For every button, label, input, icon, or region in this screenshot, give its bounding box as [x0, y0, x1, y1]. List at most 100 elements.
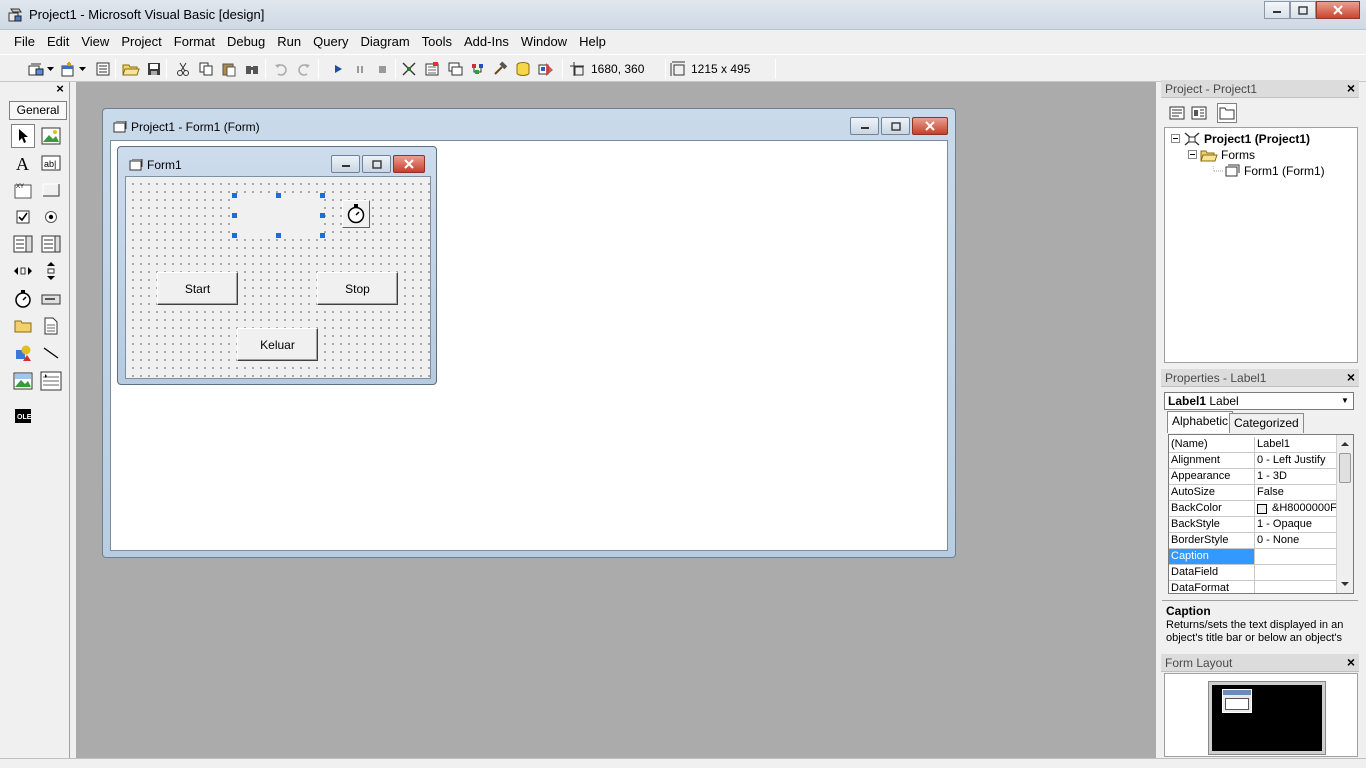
- minimize-button[interactable]: [1264, 1, 1290, 19]
- designer-close-button[interactable]: [912, 117, 948, 135]
- shape-tool[interactable]: [11, 341, 35, 365]
- combobox-tool[interactable]: [11, 232, 35, 256]
- timer-control[interactable]: [342, 200, 370, 228]
- property-row[interactable]: BackStyle 1 - Opaque: [1169, 517, 1336, 533]
- form-layout-close-button[interactable]: ×: [1347, 655, 1355, 669]
- project-panel-close-button[interactable]: ×: [1347, 81, 1355, 95]
- property-value[interactable]: 1 - Opaque: [1255, 517, 1336, 532]
- add-form-dropdown[interactable]: [76, 59, 88, 79]
- image-tool[interactable]: [11, 369, 35, 393]
- property-row[interactable]: BorderStyle 0 - None: [1169, 533, 1336, 549]
- form1-close-button[interactable]: [393, 155, 425, 173]
- toolbox-tab-general[interactable]: General: [9, 101, 67, 120]
- tree-node-project1[interactable]: Project1 (Project1): [1171, 131, 1310, 147]
- menu-diagram[interactable]: Diagram: [355, 30, 416, 54]
- property-value[interactable]: [1255, 581, 1336, 593]
- form1-grid-canvas[interactable]: Start Stop Keluar: [125, 176, 431, 379]
- pointer-tool[interactable]: [11, 124, 35, 148]
- properties-panel-close-button[interactable]: ×: [1347, 370, 1355, 384]
- save-project-button[interactable]: [144, 59, 164, 79]
- picturebox-tool[interactable]: [39, 124, 63, 148]
- menu-debug[interactable]: Debug: [221, 30, 271, 54]
- label-tool[interactable]: A: [11, 151, 35, 175]
- menu-format[interactable]: Format: [168, 30, 221, 54]
- timer-tool[interactable]: [11, 287, 35, 311]
- undo-button[interactable]: [271, 59, 291, 79]
- vscrollbar-tool[interactable]: [39, 259, 63, 283]
- property-row[interactable]: (Name) Label1: [1169, 437, 1336, 453]
- drivelistbox-tool[interactable]: [39, 287, 63, 311]
- property-value[interactable]: 0 - Left Justify: [1255, 453, 1336, 468]
- property-value[interactable]: [1255, 565, 1336, 580]
- component-manager-button[interactable]: [536, 59, 556, 79]
- menu-help[interactable]: Help: [573, 30, 612, 54]
- checkbox-tool[interactable]: [11, 205, 35, 229]
- close-button[interactable]: [1316, 1, 1360, 19]
- menu-tools[interactable]: Tools: [416, 30, 458, 54]
- form1-maximize-button[interactable]: [362, 155, 391, 173]
- resize-handle[interactable]: [320, 213, 325, 218]
- add-project-dropdown[interactable]: [44, 59, 56, 79]
- data-tool[interactable]: [39, 369, 63, 393]
- object-selector-combo[interactable]: Label1 Label ▼: [1164, 392, 1354, 410]
- view-object-button[interactable]: [1189, 103, 1209, 123]
- optionbutton-tool[interactable]: [39, 205, 63, 229]
- property-value[interactable]: False: [1255, 485, 1336, 500]
- listbox-tool[interactable]: [39, 232, 63, 256]
- property-value[interactable]: 1 - 3D: [1255, 469, 1336, 484]
- data-view-button[interactable]: [513, 59, 533, 79]
- form1-minimize-button[interactable]: [331, 155, 360, 173]
- resize-handle[interactable]: [276, 233, 281, 238]
- form1-window[interactable]: Form1 Start Stop Keluar: [117, 146, 437, 385]
- vb-app-icon[interactable]: [7, 7, 23, 23]
- start-run-button[interactable]: [328, 59, 348, 79]
- tab-categorized[interactable]: Categorized: [1229, 413, 1304, 433]
- line-tool[interactable]: [39, 341, 63, 365]
- toolbox-button[interactable]: [490, 59, 510, 79]
- cut-button[interactable]: [173, 59, 193, 79]
- maximize-button[interactable]: [1290, 1, 1316, 19]
- open-project-button[interactable]: [121, 59, 141, 79]
- dirlistbox-tool[interactable]: [11, 314, 35, 338]
- resize-handle[interactable]: [232, 193, 237, 198]
- filelistbox-tool[interactable]: [39, 314, 63, 338]
- keluar-button[interactable]: Keluar: [237, 328, 318, 361]
- menu-window[interactable]: Window: [515, 30, 573, 54]
- designer-maximize-button[interactable]: [881, 117, 910, 135]
- label1-control[interactable]: [235, 196, 323, 236]
- menu-file[interactable]: File: [8, 30, 41, 54]
- chevron-down-icon[interactable]: ▼: [1338, 394, 1352, 408]
- property-row[interactable]: BackColor &H8000000F: [1169, 501, 1336, 517]
- menu-run[interactable]: Run: [271, 30, 307, 54]
- tree-node-forms[interactable]: Forms: [1188, 148, 1255, 162]
- find-button[interactable]: [242, 59, 262, 79]
- commandbutton-tool[interactable]: [39, 178, 63, 202]
- redo-button[interactable]: [294, 59, 314, 79]
- hscrollbar-tool[interactable]: [11, 259, 35, 283]
- resize-handle[interactable]: [232, 213, 237, 218]
- add-form-button[interactable]: [58, 59, 78, 79]
- menu-add-ins[interactable]: Add-Ins: [458, 30, 515, 54]
- paste-button[interactable]: [219, 59, 239, 79]
- stop-button[interactable]: Stop: [317, 272, 398, 305]
- resize-handle[interactable]: [320, 233, 325, 238]
- property-value[interactable]: &H8000000F: [1255, 501, 1336, 516]
- tab-alphabetic[interactable]: Alphabetic: [1167, 411, 1234, 433]
- menu-project[interactable]: Project: [115, 30, 167, 54]
- property-row[interactable]: DataField: [1169, 565, 1336, 581]
- form-position-preview[interactable]: [1222, 689, 1252, 713]
- end-run-button[interactable]: [372, 59, 392, 79]
- resize-handle[interactable]: [276, 193, 281, 198]
- menu-query[interactable]: Query: [307, 30, 354, 54]
- textbox-tool[interactable]: ab|: [39, 151, 63, 175]
- designer-minimize-button[interactable]: [850, 117, 879, 135]
- copy-button[interactable]: [196, 59, 216, 79]
- properties-window-button[interactable]: [422, 59, 442, 79]
- property-value[interactable]: 0 - None: [1255, 533, 1336, 548]
- break-button[interactable]: [350, 59, 370, 79]
- menu-edit[interactable]: Edit: [41, 30, 75, 54]
- object-browser-button[interactable]: [468, 59, 488, 79]
- start-button[interactable]: Start: [157, 272, 238, 305]
- tree-node-form1[interactable]: Form1 (Form1): [1213, 164, 1325, 178]
- property-row[interactable]: DataFormat: [1169, 581, 1336, 593]
